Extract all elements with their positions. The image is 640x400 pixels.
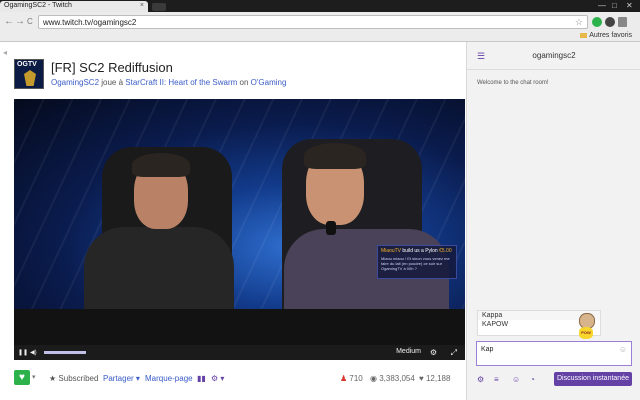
channel-actions: ♥ ▾ ★ Subscribed Partager ▾ Marque-page … bbox=[14, 370, 465, 386]
chat-welcome-message: Welcome to the chat room! bbox=[477, 80, 549, 86]
kapow-emote-icon: POW bbox=[579, 327, 593, 339]
donation-overlay: MiaouTV build us a Pylon €5.00 Miaou mia… bbox=[377, 245, 457, 279]
share-button[interactable]: Partager ▾ bbox=[103, 374, 140, 383]
chat-toolbar: ⚙ ≡ ☺ ◔ Discussion instantanée bbox=[467, 372, 640, 388]
chat-header: ☰ ogamingsc2 bbox=[467, 42, 640, 70]
theatre-mode-icon[interactable]: ▮▮ bbox=[197, 374, 206, 383]
address-bar[interactable]: www.twitch.tv/ogamingsc2 ☆ bbox=[38, 15, 588, 29]
view-count-value: 3,383,054 bbox=[379, 374, 415, 383]
donation-headline: MiaouTV build us a Pylon €5.00 bbox=[381, 248, 453, 254]
channel-link[interactable]: OgamingSC2 bbox=[51, 78, 99, 87]
bookmark-button[interactable]: Marque-page bbox=[145, 374, 193, 383]
forward-icon[interactable]: → bbox=[15, 16, 25, 27]
donor-name: MiaouTV bbox=[381, 248, 402, 254]
other-bookmarks-label: Autres favoris bbox=[589, 32, 632, 39]
new-tab-button[interactable] bbox=[152, 3, 166, 11]
viewers-icon: ♟ bbox=[340, 374, 350, 383]
microphone-icon bbox=[326, 221, 336, 235]
send-chat-button[interactable]: Discussion instantanée bbox=[554, 372, 632, 386]
chat-list-icon[interactable]: ≡ bbox=[494, 375, 499, 384]
twitch-page: ◂ OGTV [FR] SC2 Rediffusion OgamingSC2 j… bbox=[0, 42, 640, 400]
follower-count-value: 12,188 bbox=[425, 374, 451, 383]
donation-message: Miaou miaou ! Et sinon vous venez me fai… bbox=[381, 256, 450, 271]
settings-icon[interactable]: ⚙ bbox=[430, 348, 437, 357]
bookmarks-bar: Autres favoris bbox=[0, 32, 640, 42]
maximize-icon[interactable]: □ bbox=[612, 1, 617, 10]
chat-users-icon[interactable]: ◔ bbox=[530, 375, 535, 384]
volume-fill bbox=[44, 351, 86, 354]
view-count: ◉ 3,383,054 bbox=[370, 374, 415, 383]
minimize-icon[interactable]: — bbox=[598, 1, 606, 10]
chat-settings-icon[interactable]: ⚙ bbox=[477, 375, 484, 384]
left-commentator-body bbox=[84, 227, 234, 317]
right-commentator-hair bbox=[304, 143, 366, 169]
tab-close-icon[interactable]: × bbox=[140, 2, 144, 9]
follow-caret-icon[interactable]: ▾ bbox=[32, 373, 36, 381]
other-bookmarks[interactable]: Autres favoris bbox=[580, 32, 632, 39]
chat-input-value: Kap bbox=[481, 346, 494, 353]
eye-icon: ◉ bbox=[370, 374, 380, 383]
extension-icon-dark[interactable] bbox=[605, 17, 615, 27]
starcraft-emblem-icon bbox=[24, 70, 36, 86]
viewer-count-value: 710 bbox=[349, 374, 363, 383]
left-sidebar: ◂ bbox=[0, 42, 12, 400]
bookmark-star-icon[interactable]: ☆ bbox=[575, 17, 583, 28]
chat-emote-icon[interactable]: ☺ bbox=[512, 375, 520, 384]
reload-icon[interactable]: C bbox=[27, 17, 33, 26]
browser-tab[interactable]: OgamingSC2 - Twitch × bbox=[0, 1, 148, 12]
chat-input[interactable]: Kap ☺ bbox=[476, 341, 632, 366]
channel-settings-icon[interactable]: ⚙ ▾ bbox=[211, 374, 224, 383]
on-text: on bbox=[237, 78, 251, 87]
player-controls: ❚❚ ◀) Medium ⚙ ⤢ bbox=[14, 345, 465, 360]
close-window-icon[interactable]: ✕ bbox=[626, 1, 633, 10]
stream-subtitle: OgamingSC2 joue à StarCraft II: Heart of… bbox=[51, 78, 286, 87]
browser-menu-icon[interactable] bbox=[618, 17, 627, 27]
video-player[interactable]: MiaouTV build us a Pylon €5.00 Miaou mia… bbox=[14, 99, 465, 360]
follower-heart-icon: ♥ bbox=[419, 374, 426, 383]
follow-heart-button[interactable]: ♥ bbox=[14, 370, 30, 385]
viewer-count: ♟ 710 bbox=[340, 374, 363, 383]
sidebar-toggle-icon[interactable]: ◂ bbox=[3, 48, 7, 57]
stream-title: [FR] SC2 Rediffusion bbox=[51, 60, 173, 75]
channel-logo[interactable]: OGTV bbox=[14, 59, 44, 89]
browser-toolbar: ← → C www.twitch.tv/ogamingsc2 ☆ bbox=[0, 12, 640, 32]
plays-text: joue à bbox=[99, 78, 126, 87]
volume-slider[interactable] bbox=[44, 351, 86, 354]
fullscreen-icon[interactable]: ⤢ bbox=[451, 348, 457, 358]
pause-icon[interactable]: ❚❚ bbox=[18, 349, 28, 356]
desk bbox=[14, 309, 465, 345]
url-text: www.twitch.tv/ogamingsc2 bbox=[43, 18, 137, 27]
chat-panel: ☰ ogamingsc2 Welcome to the chat room! K… bbox=[466, 42, 640, 400]
subscribed-button[interactable]: ★ Subscribed bbox=[49, 374, 98, 383]
star-icon: ★ bbox=[49, 374, 59, 383]
folder-icon bbox=[580, 32, 588, 38]
donation-amount: €5.00 bbox=[439, 248, 452, 254]
share-label: Partager bbox=[103, 374, 134, 383]
share-caret-icon: ▾ bbox=[135, 374, 140, 383]
volume-icon[interactable]: ◀) bbox=[30, 349, 37, 356]
extension-icon-green[interactable] bbox=[592, 17, 602, 27]
tab-title: OgamingSC2 - Twitch bbox=[4, 2, 72, 9]
emoticon-icon[interactable]: ☺ bbox=[619, 345, 627, 354]
browser-tabbar: OgamingSC2 - Twitch × — □ ✕ bbox=[0, 0, 640, 12]
follower-count: ♥ 12,188 bbox=[419, 374, 450, 383]
quality-selector[interactable]: Medium bbox=[396, 348, 421, 355]
back-icon[interactable]: ← bbox=[4, 16, 14, 27]
subscribed-label: Subscribed bbox=[58, 374, 99, 383]
main-column: ◂ OGTV [FR] SC2 Rediffusion OgamingSC2 j… bbox=[0, 42, 466, 400]
donation-text: build us a Pylon bbox=[401, 248, 440, 254]
heart-icon: ♥ bbox=[19, 372, 25, 383]
network-link[interactable]: O'Gaming bbox=[251, 78, 287, 87]
game-link[interactable]: StarCraft II: Heart of the Swarm bbox=[125, 78, 237, 87]
logo-text: OGTV bbox=[17, 61, 37, 68]
chat-channel-name: ogamingsc2 bbox=[532, 51, 576, 60]
left-commentator-hair bbox=[132, 153, 190, 177]
